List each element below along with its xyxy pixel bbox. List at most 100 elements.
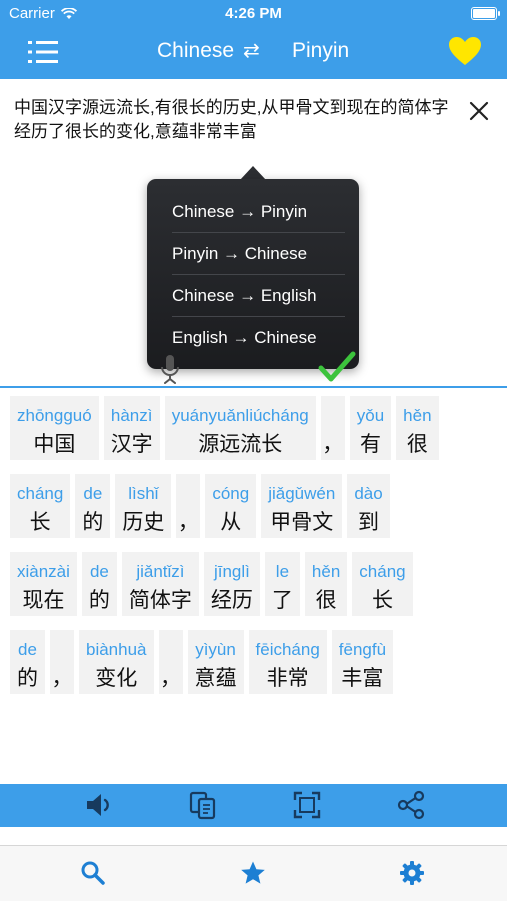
source-language-button[interactable]: Chinese <box>157 39 234 63</box>
token-hanzi: ， <box>322 433 344 456</box>
word-token[interactable]: yǒu 有 <box>349 396 392 460</box>
input-text[interactable]: 中国汉字源远流长,有很长的历史,从甲骨文到现在的简体字经历了很长的变化,意蕴非常… <box>14 96 464 144</box>
word-token[interactable]: jiǎgǔwén 甲骨文 <box>261 474 343 538</box>
token-pinyin: jiǎgǔwén <box>268 484 336 503</box>
token-hanzi: 有 <box>359 433 381 456</box>
search-icon[interactable] <box>80 860 106 886</box>
pinyin-result: zhōngguó 中国 hànzì 汉字 yuányuǎnliúcháng 源远流长 … <box>10 396 500 708</box>
token-hanzi: 的 <box>88 589 110 612</box>
token-pinyin: biànhuà <box>86 640 147 659</box>
token-hanzi: 很 <box>315 589 337 612</box>
word-token[interactable]: de 的 <box>10 630 45 694</box>
token-hanzi: 甲骨文 <box>270 511 334 534</box>
direction-option[interactable]: Chinese → Pinyin <box>172 191 345 233</box>
token-pinyin: hěn <box>403 406 432 425</box>
clock: 4:26 PM <box>225 5 282 22</box>
share-icon[interactable] <box>396 790 426 820</box>
word-token[interactable]: cóng 从 <box>205 474 257 538</box>
speaker-icon[interactable] <box>84 790 114 820</box>
word-token[interactable]: jiǎntǐzì 简体字 <box>121 552 199 616</box>
gear-icon[interactable] <box>399 860 425 886</box>
word-token[interactable]: jīnglì 经历 <box>203 552 260 616</box>
result-row: cháng 长 de 的 lìshǐ 历史 ， cóng 从 jiǎgǔwén 甲骨文 d… <box>10 474 500 538</box>
token-hanzi: 经历 <box>210 589 253 612</box>
punctuation-token: ， <box>176 474 201 538</box>
tab-bar <box>0 845 507 901</box>
token-pinyin: cóng <box>212 484 250 503</box>
word-token[interactable]: cháng 长 <box>10 474 71 538</box>
punctuation-token: ， <box>320 396 345 460</box>
token-hanzi: 源远流长 <box>198 433 283 456</box>
word-token[interactable]: fēngfù 丰富 <box>331 630 394 694</box>
status-bar: Carrier 4:26 PM <box>0 0 507 26</box>
token-pinyin: xiànzài <box>17 562 70 581</box>
token-pinyin: de <box>18 640 37 659</box>
token-hanzi: 长 <box>371 589 393 612</box>
punctuation-token: ， <box>50 630 74 694</box>
word-token[interactable]: hěn 很 <box>304 552 348 616</box>
target-language-button[interactable]: Pinyin <box>292 39 349 63</box>
direction-menu: Chinese → Pinyin Pinyin → Chinese Chines… <box>147 179 359 369</box>
token-hanzi: 简体字 <box>128 589 192 612</box>
battery-icon <box>471 7 500 20</box>
token-pinyin: yìyùn <box>195 640 236 659</box>
token-hanzi: 到 <box>358 511 379 534</box>
token-pinyin: de <box>89 562 109 581</box>
word-token[interactable]: fēicháng 非常 <box>248 630 327 694</box>
word-token[interactable]: yuányuǎnliúcháng 源远流长 <box>164 396 316 460</box>
word-token[interactable]: de 的 <box>75 474 111 538</box>
token-pinyin: yuányuǎnliúcháng <box>171 406 309 425</box>
token-pinyin: lìshǐ <box>128 484 159 503</box>
token-hanzi: 丰富 <box>341 667 384 690</box>
token-pinyin: cháng <box>359 562 406 581</box>
token-pinyin: jīnglì <box>213 562 250 581</box>
word-token[interactable]: biànhuà 变化 <box>79 630 154 694</box>
token-pinyin: fēngfù <box>338 640 387 659</box>
fullscreen-icon[interactable] <box>292 790 322 820</box>
microphone-icon[interactable] <box>158 354 182 384</box>
token-hanzi: 意蕴 <box>194 667 237 690</box>
heart-icon[interactable] <box>448 36 482 66</box>
token-pinyin: yǒu <box>356 406 385 425</box>
token-hanzi: 的 <box>17 667 38 690</box>
action-toolbar <box>0 784 507 827</box>
word-token[interactable]: lìshǐ 历史 <box>115 474 172 538</box>
result-row: zhōngguó 中国 hànzì 汉字 yuányuǎnliúcháng 源远流长 … <box>10 396 500 460</box>
swap-languages-button[interactable]: ⇄ <box>243 38 260 63</box>
token-pinyin: zhōngguó <box>17 406 92 425</box>
token-hanzi: 的 <box>82 511 104 534</box>
word-token[interactable]: cháng 长 <box>352 552 413 616</box>
direction-option[interactable]: Pinyin → Chinese <box>172 233 345 275</box>
word-token[interactable]: zhōngguó 中国 <box>10 396 99 460</box>
word-token[interactable]: le 了 <box>264 552 300 616</box>
token-hanzi: 变化 <box>95 667 138 690</box>
token-pinyin: hànzì <box>110 406 153 425</box>
direction-option[interactable]: Chinese → English <box>172 275 345 317</box>
input-area[interactable]: 中国汉字源远流长,有很长的历史,从甲骨文到现在的简体字经历了很长的变化,意蕴非常… <box>0 79 507 384</box>
word-token[interactable]: yìyùn 意蕴 <box>187 630 244 694</box>
token-pinyin: fēicháng <box>255 640 320 659</box>
word-token[interactable]: dào 到 <box>347 474 390 538</box>
token-hanzi: 从 <box>220 511 242 534</box>
result-row: xiànzài 现在 de 的 jiǎntǐzì 简体字 jīnglì 经历 le 了 h… <box>10 552 500 616</box>
list-icon[interactable] <box>28 40 58 64</box>
divider <box>0 386 507 388</box>
word-token[interactable]: hànzì 汉字 <box>103 396 160 460</box>
token-pinyin: de <box>83 484 103 503</box>
token-hanzi: ， <box>177 511 199 534</box>
punctuation-token: ， <box>158 630 183 694</box>
close-icon[interactable] <box>468 100 490 122</box>
token-hanzi: 长 <box>29 511 51 534</box>
word-token[interactable]: xiànzài 现在 <box>10 552 77 616</box>
token-hanzi: ， <box>160 667 182 690</box>
copy-icon[interactable] <box>188 790 218 820</box>
star-icon[interactable] <box>240 860 266 886</box>
token-pinyin: hěn <box>311 562 341 581</box>
token-hanzi: ， <box>51 667 73 690</box>
checkmark-icon[interactable] <box>318 350 356 384</box>
word-token[interactable]: hěn 很 <box>396 396 439 460</box>
token-hanzi: 汉字 <box>110 433 153 456</box>
word-token[interactable]: de 的 <box>81 552 117 616</box>
token-hanzi: 历史 <box>122 511 165 534</box>
token-hanzi: 了 <box>271 589 293 612</box>
